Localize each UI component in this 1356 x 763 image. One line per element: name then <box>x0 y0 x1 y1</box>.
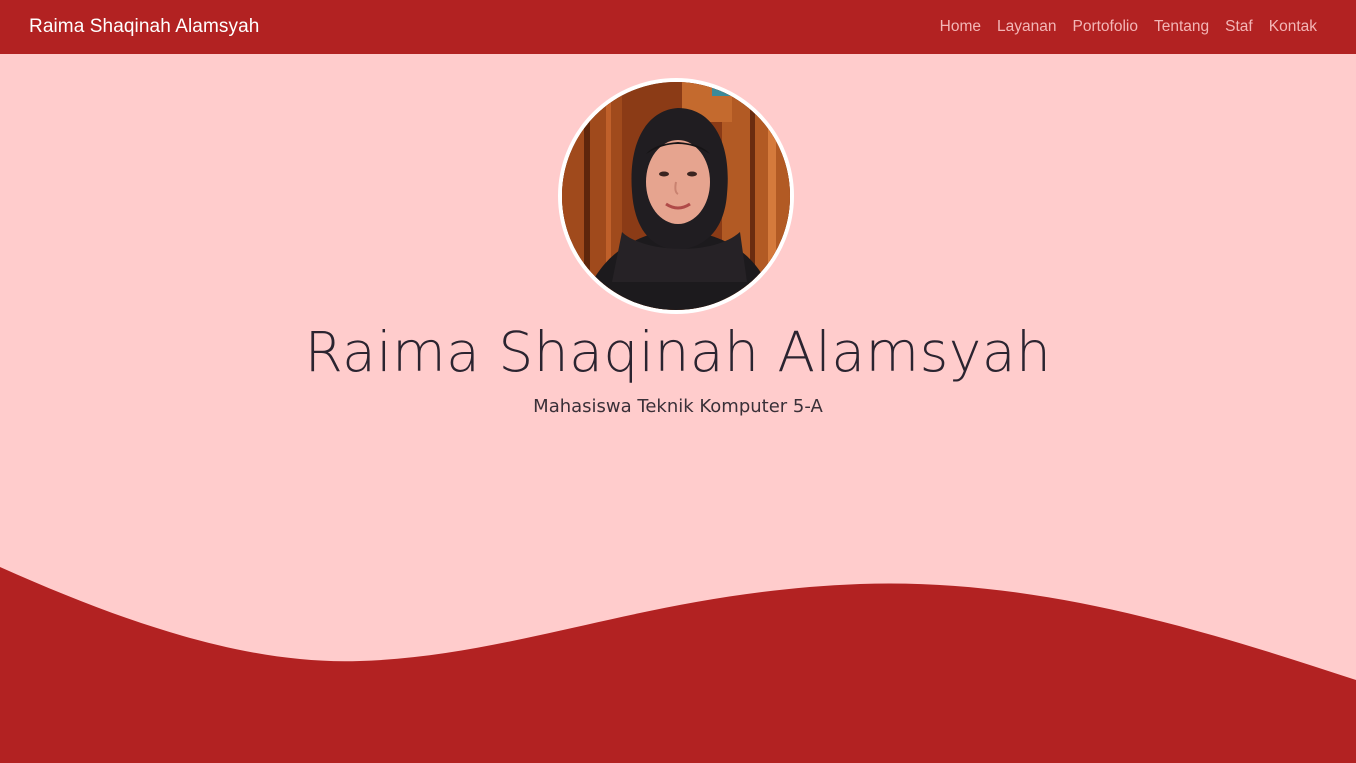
brand-link[interactable]: Raima Shaqinah Alamsyah <box>29 16 259 38</box>
nav-link-home[interactable]: Home <box>932 18 989 36</box>
nav-item-layanan: Layanan <box>989 18 1064 36</box>
nav-link-portofolio[interactable]: Portofolio <box>1065 18 1146 36</box>
navbar: Raima Shaqinah Alamsyah Home Layanan Por… <box>0 0 1356 54</box>
nav-item-portofolio: Portofolio <box>1065 18 1146 36</box>
nav-item-home: Home <box>932 18 989 36</box>
nav-item-staf: Staf <box>1217 18 1261 36</box>
profile-photo <box>558 78 794 314</box>
nav-link-staf[interactable]: Staf <box>1217 18 1261 36</box>
nav-link-layanan[interactable]: Layanan <box>989 18 1064 36</box>
nav-link-kontak[interactable]: Kontak <box>1261 18 1328 36</box>
nav-link-tentang[interactable]: Tentang <box>1146 18 1217 36</box>
nav-menu: Home Layanan Portofolio Tentang Staf Kon… <box>932 18 1328 36</box>
wave-divider <box>0 567 1356 763</box>
hero-subtitle: Mahasiswa Teknik Komputer 5-A <box>533 396 823 417</box>
hero-name: Raima Shaqinah Alamsyah <box>304 320 1052 384</box>
nav-item-kontak: Kontak <box>1261 18 1328 36</box>
nav-item-tentang: Tentang <box>1146 18 1217 36</box>
profile-photo-illustration <box>562 82 790 310</box>
